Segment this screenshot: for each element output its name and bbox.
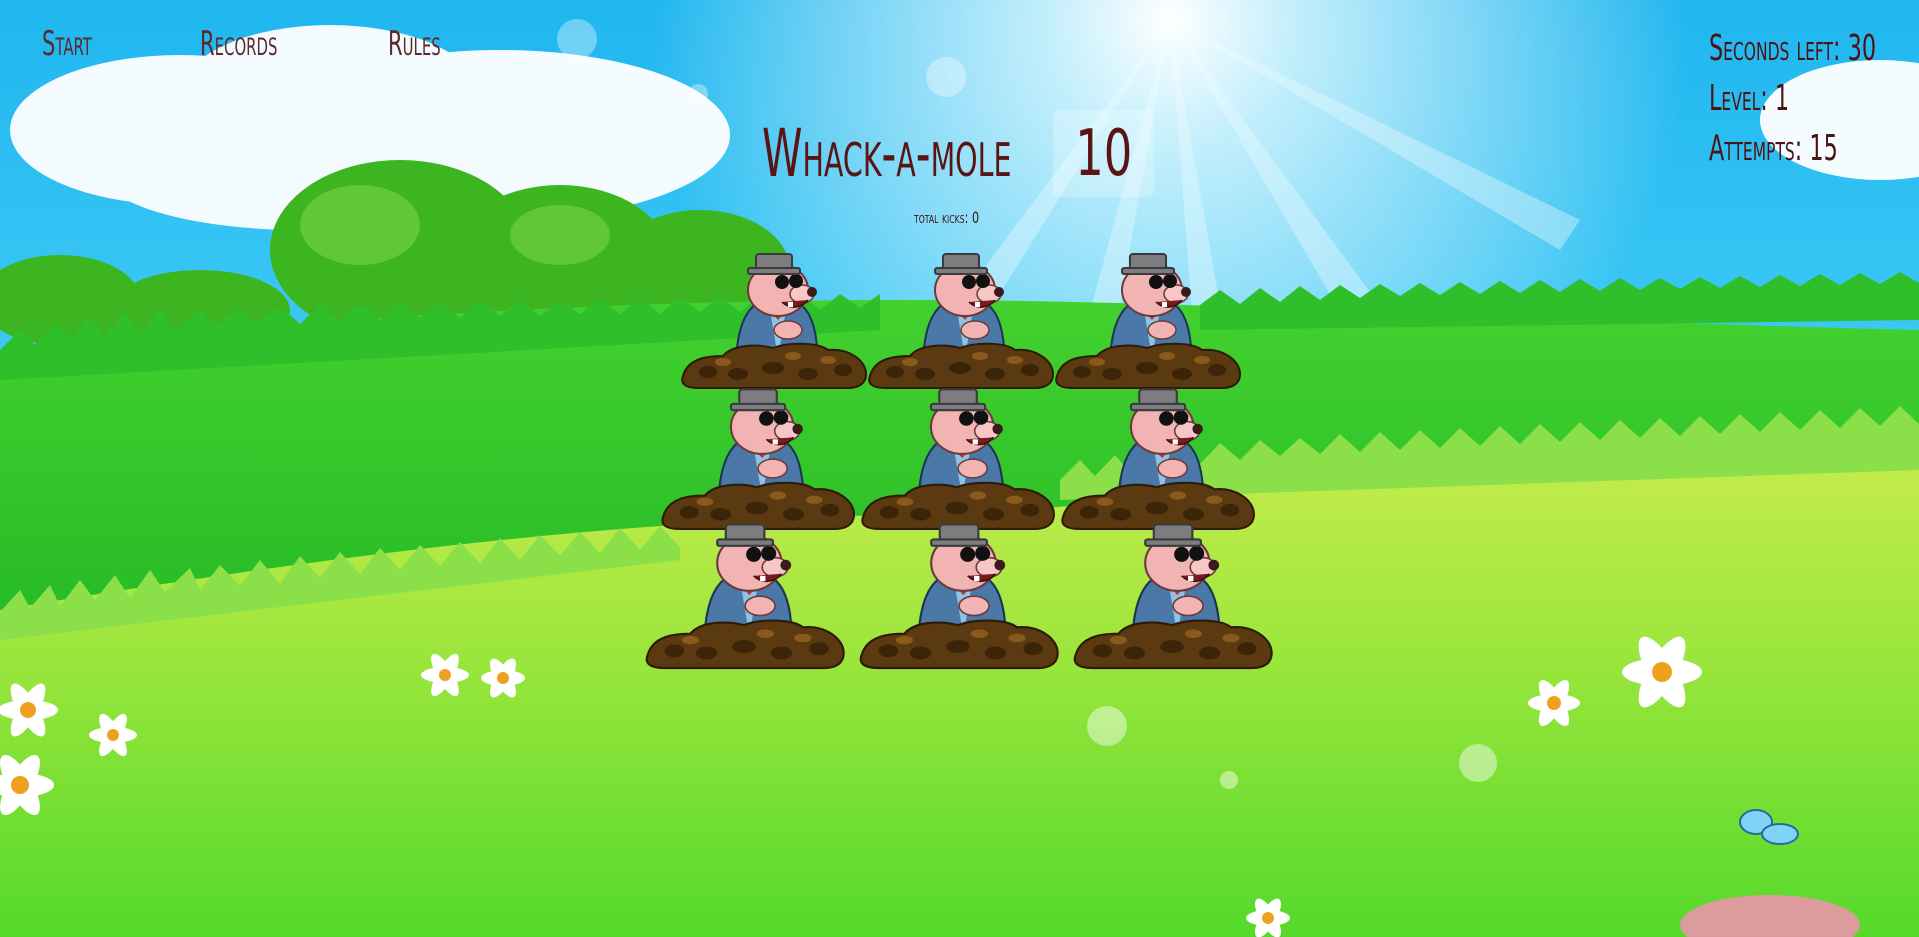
level-value: 1 [1774,78,1790,119]
game-title: Whack-a-mole [762,114,1012,192]
mole-hole-2-1[interactable] [658,383,856,530]
mole-hole-3-3[interactable] [1066,518,1278,670]
mole-hole-1-3[interactable] [1052,248,1242,389]
mole-hole-3-2[interactable] [852,518,1064,670]
attempts: Attempts: 15 [1709,124,1876,174]
nav-records-link[interactable]: Records [200,24,281,64]
nav-rules-link[interactable]: Rules [388,24,450,64]
attempts-value: 15 [1809,128,1838,169]
mole-hole-2-2[interactable] [858,383,1056,530]
nav-start-link[interactable]: Start [42,24,104,64]
mole-icon [661,388,855,530]
total-kicks: total kicks: 0 [914,208,979,227]
mole-icon [1055,253,1242,389]
stats-panel: Seconds left: 30 Level: 1 Attempts: 15 [1709,24,1919,174]
mole-icon [859,523,1059,670]
mole-icon [645,523,845,670]
mole-icon [1061,388,1255,530]
total-kicks-label: total kicks: [914,208,969,227]
mole-hole-1-1[interactable] [678,248,868,389]
mole-icon [1073,523,1273,670]
score-box: 10 [1053,110,1154,197]
seconds-left: Seconds left: 30 [1709,24,1876,74]
attempts-label: Attempts: [1709,128,1803,169]
title-area: Whack-a-mole [762,108,1052,198]
level-label: Level: [1709,78,1768,119]
mole-icon [868,253,1055,389]
level: Level: 1 [1709,74,1876,124]
mole-icon [861,388,1055,530]
mole-hole-1-2[interactable] [865,248,1055,389]
mole-hole-3-1[interactable] [638,518,850,670]
seconds-left-label: Seconds left: [1709,28,1841,69]
mole-hole-2-3[interactable] [1058,383,1256,530]
mole-icon [681,253,868,389]
seconds-left-value: 30 [1847,28,1877,69]
main-nav: Start Records Rules [42,24,488,64]
total-kicks-value: 0 [971,208,980,227]
score-value: 10 [1074,116,1133,191]
